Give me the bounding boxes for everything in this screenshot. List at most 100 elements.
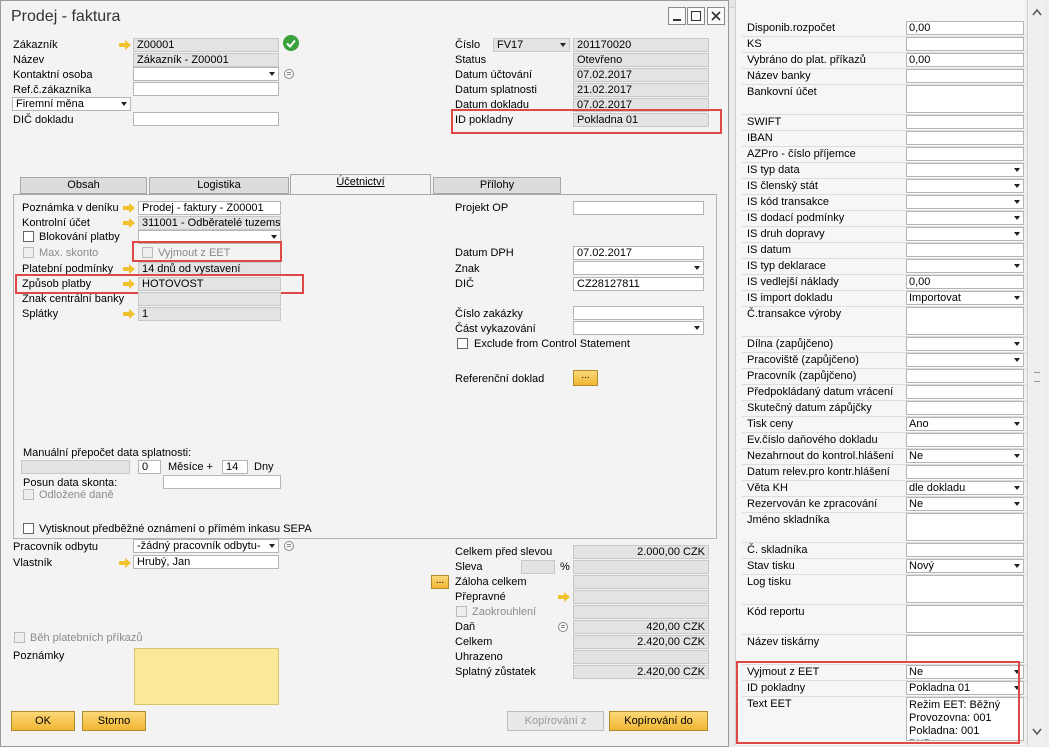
minimize-button[interactable] (668, 7, 686, 25)
udf-field-is-clensky-stat[interactable] (906, 179, 1024, 193)
days-field[interactable]: 14 (222, 460, 248, 474)
udf-field-veta-kh[interactable]: dle dokladu (906, 481, 1024, 495)
rounding-field[interactable] (573, 605, 709, 619)
rounding-checkbox[interactable] (456, 606, 467, 617)
journal-remark-field[interactable]: Prodej - faktury - Z00001 (138, 201, 281, 215)
udf-field-nazev-banky[interactable] (906, 69, 1024, 83)
reporting-section-select[interactable] (573, 321, 704, 335)
udf-field-c-transakce-vyroby[interactable] (906, 307, 1024, 335)
installments-field[interactable]: 1 (138, 307, 281, 321)
scroll-grip[interactable] (1034, 372, 1040, 382)
udf-field-is-kod-transakce[interactable] (906, 195, 1024, 209)
tax-field[interactable]: 420,00 CZK (573, 620, 709, 634)
down-payment-button[interactable]: ... (431, 575, 449, 589)
indicator-select[interactable] (573, 261, 704, 275)
owner-field[interactable]: Hrubý, Jan (133, 555, 279, 569)
balance-due-field[interactable]: 2.420,00 CZK (573, 665, 709, 679)
udf-field-is-vedlejsi-naklady[interactable]: 0,00 (906, 275, 1024, 289)
udf-field-kod-reportu[interactable] (906, 605, 1024, 633)
due-date-field[interactable]: 21.02.2017 (573, 83, 709, 97)
reference-doc-button[interactable]: ... (573, 370, 598, 386)
list-icon[interactable] (558, 622, 568, 632)
udf-field-nazev-tiskarny[interactable] (906, 635, 1024, 663)
paid-field[interactable] (573, 650, 709, 664)
order-number-field[interactable] (573, 306, 704, 320)
udf-field-datum-relev-pro-kontr-hlaseni[interactable] (906, 465, 1024, 479)
deferred-tax-checkbox[interactable] (23, 489, 34, 500)
udf-field-log-tisku[interactable] (906, 575, 1024, 603)
udf-field-is-datum[interactable] (906, 243, 1024, 257)
udf-field-is-typ-deklarace[interactable] (906, 259, 1024, 273)
project-field[interactable] (573, 201, 704, 215)
series-select[interactable]: FV17 (493, 38, 570, 52)
customer-field[interactable]: Z00001 (133, 38, 279, 52)
customer-ref-field[interactable] (133, 82, 279, 96)
discount-shift-field[interactable] (163, 475, 281, 489)
months-field[interactable]: 0 (138, 460, 161, 474)
tab-contents[interactable]: Obsah (20, 177, 147, 194)
discount-field[interactable] (573, 560, 709, 574)
udf-field-ev-cislo-danoveho-dokladu[interactable] (906, 433, 1024, 447)
number-field[interactable]: 201170020 (573, 38, 709, 52)
udf-field-swift[interactable] (906, 115, 1024, 129)
link-arrow-icon[interactable] (123, 264, 135, 274)
tab-attachments[interactable]: Přílohy (433, 177, 561, 194)
udf-field-ks[interactable] (906, 37, 1024, 51)
tax-id-doc-field[interactable] (133, 112, 279, 126)
udf-field-iban[interactable] (906, 131, 1024, 145)
max-discount-checkbox[interactable] (23, 247, 34, 258)
udf-field-is-import-dokladu[interactable]: Importovat (906, 291, 1024, 305)
central-bank-field[interactable] (138, 292, 281, 306)
link-arrow-icon[interactable] (123, 218, 135, 228)
udf-field-c-skladnika[interactable] (906, 543, 1024, 557)
tab-accounting[interactable]: Účetnictví (290, 174, 431, 195)
udf-field-tisk-ceny[interactable]: Ano (906, 417, 1024, 431)
sales-employee-select[interactable]: -žádný pracovník odbytu- (133, 539, 279, 553)
udf-field-pracoviste-zapujceno[interactable] (906, 353, 1024, 367)
udf-field-is-dodaci-podminky[interactable] (906, 211, 1024, 225)
sepa-checkbox[interactable] (23, 523, 34, 534)
copy-from-button[interactable]: Kopírování z (507, 711, 604, 731)
udf-field-nezahrnout-do-kontrol-hlaseni[interactable]: Ne (906, 449, 1024, 463)
payment-block-checkbox[interactable] (23, 231, 34, 242)
currency-select[interactable]: Firemní měna (12, 97, 131, 111)
udf-field-bankovni-ucet[interactable] (906, 85, 1024, 113)
remarks-textarea[interactable] (134, 648, 279, 705)
udf-field-stav-tisku[interactable]: Nový (906, 559, 1024, 573)
tax-id-field[interactable]: CZ28127811 (573, 277, 704, 291)
udf-field-dilna-zapujceno[interactable] (906, 337, 1024, 351)
status-field[interactable]: Otevřeno (573, 53, 709, 67)
vat-date-field[interactable]: 07.02.2017 (573, 246, 704, 260)
link-arrow-icon[interactable] (119, 40, 131, 50)
payment-run-checkbox[interactable] (14, 632, 25, 643)
cancel-button[interactable]: Storno (82, 711, 146, 731)
udf-field-is-typ-data[interactable] (906, 163, 1024, 177)
control-account-field[interactable]: 311001 - Odběratelé tuzemsko (138, 216, 281, 230)
link-arrow-icon[interactable] (123, 309, 135, 319)
posting-date-field[interactable]: 07.02.2017 (573, 68, 709, 82)
contact-person-select[interactable] (133, 67, 279, 81)
name-field[interactable]: Zákazník - Z00001 (133, 53, 279, 67)
udf-field-predpokladany-datum-vraceni[interactable] (906, 385, 1024, 399)
udf-field-is-druh-dopravy[interactable] (906, 227, 1024, 241)
scroll-up-icon[interactable] (1032, 8, 1042, 16)
udf-field-rezervovan-ke-zpracovani[interactable]: Ne (906, 497, 1024, 511)
udf-field-jmeno-skladnika[interactable] (906, 513, 1024, 541)
close-button[interactable] (707, 7, 725, 25)
udf-field-vybrano-do-plat-prikazu[interactable]: 0,00 (906, 53, 1024, 67)
vertical-scrollbar[interactable] (1027, 0, 1045, 745)
udf-field-pracovnik-zapujceno[interactable] (906, 369, 1024, 383)
exclude-control-statement-checkbox[interactable] (457, 338, 468, 349)
list-icon[interactable] (284, 69, 294, 79)
link-arrow-icon[interactable] (558, 592, 570, 602)
down-payment-field[interactable] (573, 575, 709, 589)
link-arrow-icon[interactable] (119, 558, 131, 568)
list-icon[interactable] (284, 541, 294, 551)
total-field[interactable]: 2.420,00 CZK (573, 635, 709, 649)
copy-to-button[interactable]: Kopírování do (609, 711, 708, 731)
udf-field-azpro-cislo-prijemce[interactable] (906, 147, 1024, 161)
link-arrow-icon[interactable] (123, 203, 135, 213)
udf-field-skutecny-datum-zapujcky[interactable] (906, 401, 1024, 415)
total-before-discount-field[interactable]: 2.000,00 CZK (573, 545, 709, 559)
maximize-button[interactable] (687, 7, 705, 25)
